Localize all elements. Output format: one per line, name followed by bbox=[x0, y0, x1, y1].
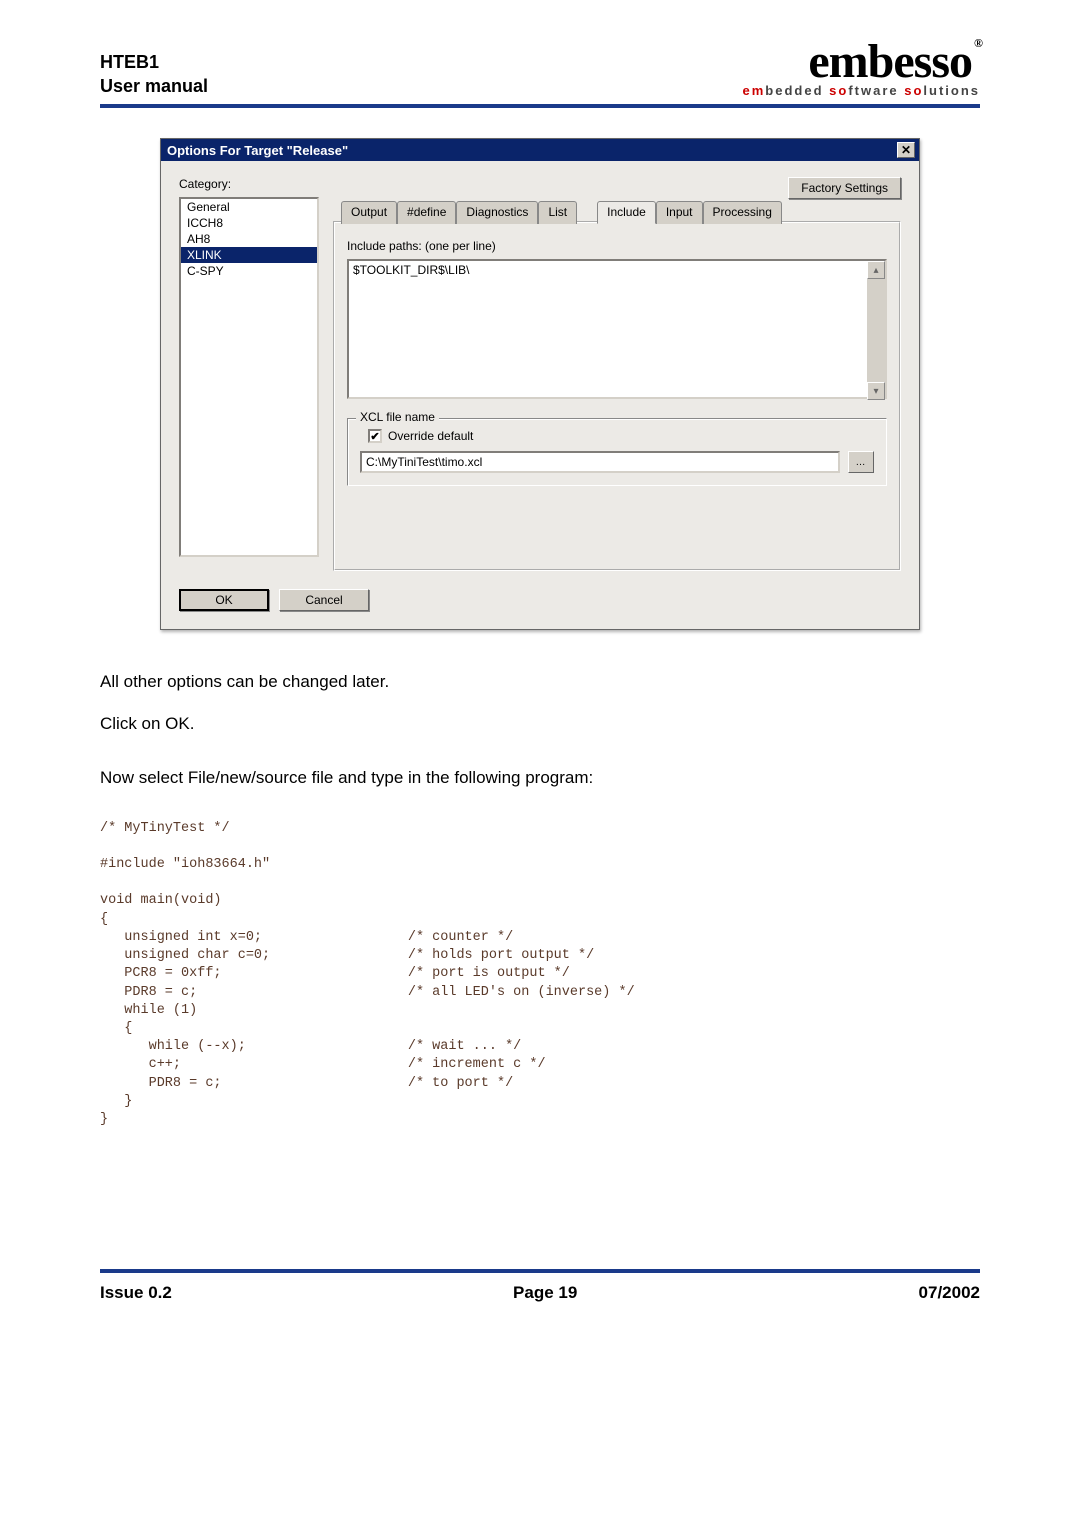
category-item-xlink[interactable]: XLINK bbox=[181, 247, 317, 263]
category-label: Category: bbox=[179, 177, 319, 191]
xcl-group: XCL file name ✔ Override default … bbox=[347, 418, 887, 486]
tabrow: Output #define Diagnostics List Include … bbox=[341, 201, 782, 224]
cancel-button[interactable]: Cancel bbox=[279, 589, 369, 611]
logo: embesso® embedded software solutions bbox=[743, 40, 981, 98]
footer-issue: Issue 0.2 bbox=[100, 1283, 172, 1303]
tab-diagnostics[interactable]: Diagnostics bbox=[456, 201, 538, 224]
override-label: Override default bbox=[388, 429, 473, 443]
tab-panel: Output #define Diagnostics List Include … bbox=[333, 221, 901, 571]
footer-page: Page 19 bbox=[513, 1283, 577, 1303]
category-column: Category: General ICCH8 AH8 XLINK C-SPY bbox=[179, 177, 319, 571]
body-p1: All other options can be changed later. bbox=[100, 670, 980, 694]
include-paths-label: Include paths: (one per line) bbox=[347, 239, 887, 253]
tab-input[interactable]: Input bbox=[656, 201, 703, 224]
include-paths-wrap: $TOOLKIT_DIR$\LIB\ ▴ ▾ bbox=[347, 259, 887, 402]
override-row[interactable]: ✔ Override default bbox=[368, 429, 874, 443]
browse-icon: … bbox=[856, 457, 867, 468]
close-icon[interactable]: ✕ bbox=[897, 142, 915, 158]
category-item-cspy[interactable]: C-SPY bbox=[181, 263, 317, 279]
product-subtitle: User manual bbox=[100, 75, 208, 98]
titlebar: Options For Target "Release" ✕ bbox=[161, 139, 919, 161]
scroll-down-icon[interactable]: ▾ bbox=[867, 382, 885, 400]
factory-settings-button[interactable]: Factory Settings bbox=[788, 177, 901, 199]
tab-list[interactable]: List bbox=[538, 201, 577, 224]
category-item-icch8[interactable]: ICCH8 bbox=[181, 215, 317, 231]
scrollbar[interactable]: ▴ ▾ bbox=[867, 261, 885, 400]
tab-output[interactable]: Output bbox=[341, 201, 397, 224]
settings-panel: Factory Settings Output #define Diagnost… bbox=[333, 177, 901, 571]
ok-button[interactable]: OK bbox=[179, 589, 269, 611]
body-p2: Click on OK. bbox=[100, 712, 980, 736]
override-checkbox[interactable]: ✔ bbox=[368, 429, 382, 443]
dialog-title: Options For Target "Release" bbox=[167, 143, 897, 158]
body-p3: Now select File/new/source file and type… bbox=[100, 766, 980, 790]
tab-processing[interactable]: Processing bbox=[703, 201, 782, 224]
category-list[interactable]: General ICCH8 AH8 XLINK C-SPY bbox=[179, 197, 319, 557]
xcl-file-input[interactable] bbox=[360, 451, 840, 473]
include-paths-input[interactable]: $TOOLKIT_DIR$\LIB\ bbox=[347, 259, 887, 399]
tab-spacer bbox=[577, 201, 597, 224]
logo-text: embesso® bbox=[743, 40, 981, 83]
page-footer: Issue 0.2 Page 19 07/2002 bbox=[100, 1269, 980, 1303]
scroll-up-icon[interactable]: ▴ bbox=[867, 261, 885, 279]
browse-button[interactable]: … bbox=[848, 451, 874, 473]
footer-date: 07/2002 bbox=[919, 1283, 980, 1303]
tab-include[interactable]: Include bbox=[597, 201, 656, 224]
options-dialog: Options For Target "Release" ✕ Category:… bbox=[160, 138, 920, 630]
registered-icon: ® bbox=[974, 36, 982, 50]
xcl-group-title: XCL file name bbox=[356, 410, 439, 424]
dialog-buttons: OK Cancel bbox=[161, 589, 919, 629]
category-item-ah8[interactable]: AH8 bbox=[181, 231, 317, 247]
product-name: HTEB1 bbox=[100, 51, 208, 74]
tab-define[interactable]: #define bbox=[397, 201, 456, 224]
code-listing: /* MyTinyTest */ #include "ioh83664.h" v… bbox=[100, 820, 980, 1130]
category-item-general[interactable]: General bbox=[181, 199, 317, 215]
page-header: HTEB1 User manual embesso® embedded soft… bbox=[100, 40, 980, 108]
doc-title-block: HTEB1 User manual bbox=[100, 51, 208, 98]
